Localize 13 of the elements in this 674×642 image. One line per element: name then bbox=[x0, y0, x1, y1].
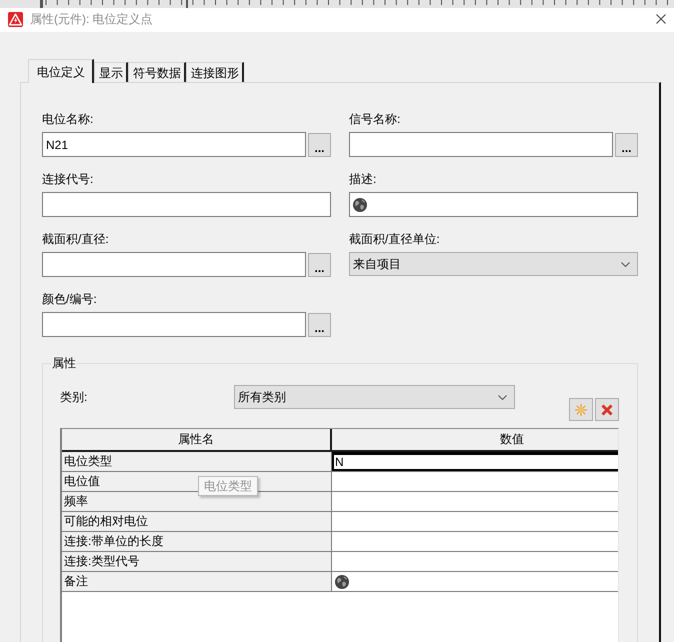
column-header: 数值 bbox=[332, 429, 618, 452]
column-header: 属性名 bbox=[62, 429, 332, 452]
field-label: 描述: bbox=[349, 171, 376, 187]
field-label: 截面积/直径单位: bbox=[349, 231, 440, 247]
window-title: 属性(元件): 电位定义点 bbox=[30, 12, 154, 26]
field-label: 颜色/编号: bbox=[42, 291, 97, 307]
field-label: 截面积/直径: bbox=[42, 231, 109, 247]
group-title: 属性 bbox=[51, 355, 77, 371]
field-label: 信号名称: bbox=[349, 111, 400, 127]
field-label: 类别: bbox=[60, 389, 88, 406]
tooltip: 电位类型 bbox=[198, 476, 258, 496]
field-label: 电位名称: bbox=[42, 111, 94, 127]
field-label: 连接代号: bbox=[42, 171, 94, 187]
